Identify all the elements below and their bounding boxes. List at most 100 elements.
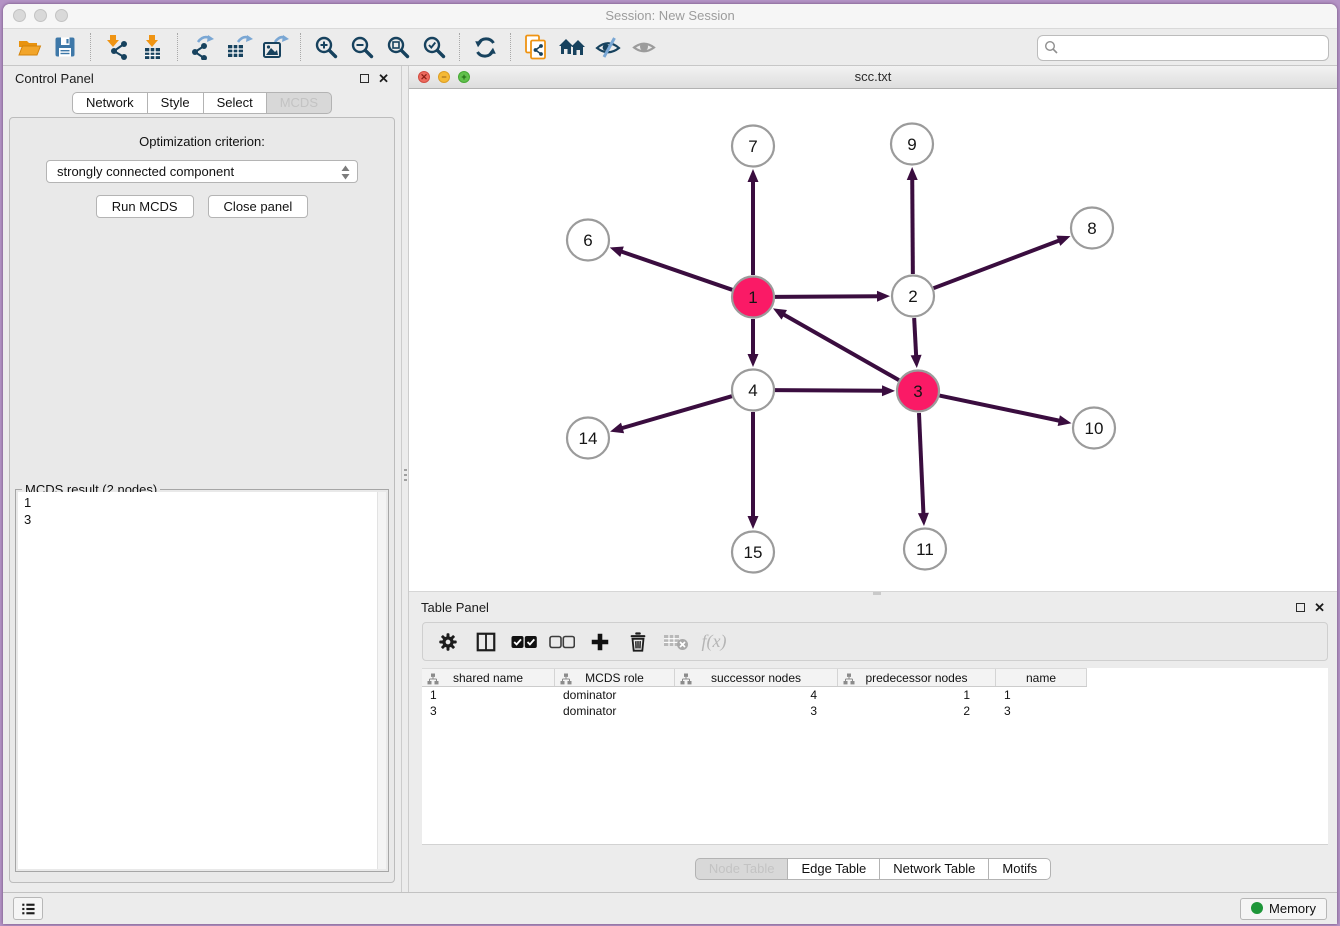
- column-header-successor-nodes[interactable]: successor nodes: [675, 669, 838, 686]
- graph-node-11[interactable]: 11: [904, 529, 946, 570]
- network-close-button[interactable]: ✕: [418, 71, 430, 83]
- deselect-all-icon: [549, 634, 575, 650]
- column-header-shared-name[interactable]: shared name: [422, 669, 555, 686]
- vertical-splitter[interactable]: [401, 66, 409, 892]
- cell-name[interactable]: 1: [996, 687, 1087, 703]
- graph-node-15[interactable]: 15: [732, 532, 774, 573]
- horizontal-splitter[interactable]: [409, 591, 1337, 595]
- hierarchy-icon: [560, 673, 572, 685]
- zoom-in-button[interactable]: [308, 31, 344, 63]
- graph-node-2[interactable]: 2: [892, 276, 934, 317]
- cell-successor-nodes[interactable]: 3: [675, 703, 838, 719]
- close-panel-icon[interactable]: ✕: [1314, 603, 1325, 613]
- graph-node-6[interactable]: 6: [567, 220, 609, 261]
- close-panel-icon[interactable]: ✕: [378, 74, 389, 84]
- graph-node-8[interactable]: 8: [1071, 208, 1113, 249]
- table-row[interactable]: 3 dominator 3 2 3: [422, 703, 1328, 719]
- task-history-button[interactable]: [13, 897, 43, 920]
- select-all-button[interactable]: [508, 627, 540, 657]
- run-mcds-button[interactable]: Run MCDS: [96, 195, 194, 218]
- cell-mcds-role[interactable]: dominator: [555, 703, 675, 719]
- graph-node-14[interactable]: 14: [567, 418, 609, 459]
- tab-network-table[interactable]: Network Table: [879, 858, 989, 880]
- graph-edge[interactable]: [620, 251, 732, 290]
- import-table-button[interactable]: [134, 31, 170, 63]
- deselect-all-button[interactable]: [546, 627, 578, 657]
- network-maximize-button[interactable]: +: [458, 71, 470, 83]
- graph-edge[interactable]: [775, 296, 879, 297]
- cell-shared-name[interactable]: 1: [422, 687, 555, 703]
- graph-edge[interactable]: [914, 318, 916, 357]
- tab-edge-table[interactable]: Edge Table: [787, 858, 880, 880]
- graph-node-10[interactable]: 10: [1073, 408, 1115, 449]
- tab-select[interactable]: Select: [203, 92, 267, 114]
- import-network-button[interactable]: [98, 31, 134, 63]
- graph-edge[interactable]: [621, 396, 732, 428]
- export-network-button[interactable]: [185, 31, 221, 63]
- hide-graphics-button[interactable]: [590, 31, 626, 63]
- graph-node-1[interactable]: 1: [732, 277, 774, 318]
- float-panel-icon[interactable]: [1296, 603, 1305, 612]
- criterion-select[interactable]: strongly connected component: [46, 160, 358, 183]
- graph-node-4[interactable]: 4: [732, 370, 774, 411]
- zoom-selected-button[interactable]: [416, 31, 452, 63]
- graph-edge[interactable]: [783, 314, 899, 380]
- column-layout-button[interactable]: [470, 627, 502, 657]
- tab-mcds[interactable]: MCDS: [266, 92, 332, 114]
- select-all-icon: [511, 634, 537, 650]
- graph-node-3[interactable]: 3: [897, 371, 939, 412]
- function-builder-button[interactable]: f(x): [698, 627, 730, 657]
- close-panel-button[interactable]: Close panel: [208, 195, 309, 218]
- import-network-icon: [103, 34, 129, 60]
- graph-node-9[interactable]: 9: [891, 124, 933, 165]
- export-image-button[interactable]: [257, 31, 293, 63]
- graph-edge[interactable]: [912, 178, 913, 274]
- graph-edge[interactable]: [940, 396, 1061, 421]
- cell-mcds-role[interactable]: dominator: [555, 687, 675, 703]
- table-settings-button[interactable]: [432, 627, 464, 657]
- zoom-out-button[interactable]: [344, 31, 380, 63]
- export-table-button[interactable]: [221, 31, 257, 63]
- copy-network-button[interactable]: [518, 31, 554, 63]
- graph-edge[interactable]: [775, 390, 884, 391]
- open-session-button[interactable]: [11, 31, 47, 63]
- graph-edge[interactable]: [934, 240, 1061, 288]
- column-header-name[interactable]: name: [996, 669, 1087, 686]
- network-canvas-svg[interactable]: 7 9 6 8 1 2 4 3 14 10 15 11: [409, 89, 1337, 590]
- delete-button[interactable]: [622, 627, 654, 657]
- delete-table-button[interactable]: [660, 627, 692, 657]
- graph-edge[interactable]: [919, 413, 924, 515]
- tab-node-table[interactable]: Node Table: [695, 858, 789, 880]
- memory-button[interactable]: Memory: [1240, 898, 1327, 920]
- table-panel-title: Table Panel: [421, 600, 489, 615]
- graph-node-7[interactable]: 7: [732, 126, 774, 167]
- show-hide-button[interactable]: [626, 31, 662, 63]
- network-minimize-button[interactable]: −: [438, 71, 450, 83]
- cell-predecessor-nodes[interactable]: 2: [838, 703, 996, 719]
- refresh-button[interactable]: [467, 31, 503, 63]
- column-header-mcds-role[interactable]: MCDS role: [555, 669, 675, 686]
- zoom-fit-button[interactable]: [380, 31, 416, 63]
- home-layout-button[interactable]: [554, 31, 590, 63]
- table-row[interactable]: 1 dominator 4 1 1: [422, 687, 1328, 703]
- mcds-result-text[interactable]: 1 3: [18, 492, 377, 869]
- minimize-window-button[interactable]: [34, 9, 47, 22]
- cell-predecessor-nodes[interactable]: 1: [838, 687, 996, 703]
- maximize-window-button[interactable]: [55, 9, 68, 22]
- search-input[interactable]: [1037, 35, 1329, 61]
- cell-successor-nodes[interactable]: 4: [675, 687, 838, 703]
- column-header-predecessor-nodes[interactable]: predecessor nodes: [838, 669, 996, 686]
- network-canvas[interactable]: 7 9 6 8 1 2 4 3 14 10 15 11: [409, 89, 1337, 591]
- cell-shared-name[interactable]: 3: [422, 703, 555, 719]
- close-window-button[interactable]: [13, 9, 26, 22]
- search-field-wrap: [1037, 35, 1329, 61]
- add-column-button[interactable]: [584, 627, 616, 657]
- save-session-button[interactable]: [47, 31, 83, 63]
- tab-network[interactable]: Network: [72, 92, 148, 114]
- tab-motifs[interactable]: Motifs: [988, 858, 1051, 880]
- float-panel-icon[interactable]: [360, 74, 369, 83]
- zoom-fit-icon: [386, 35, 411, 60]
- tab-style[interactable]: Style: [147, 92, 204, 114]
- cell-name[interactable]: 3: [996, 703, 1087, 719]
- result-scrollbar[interactable]: [377, 492, 386, 869]
